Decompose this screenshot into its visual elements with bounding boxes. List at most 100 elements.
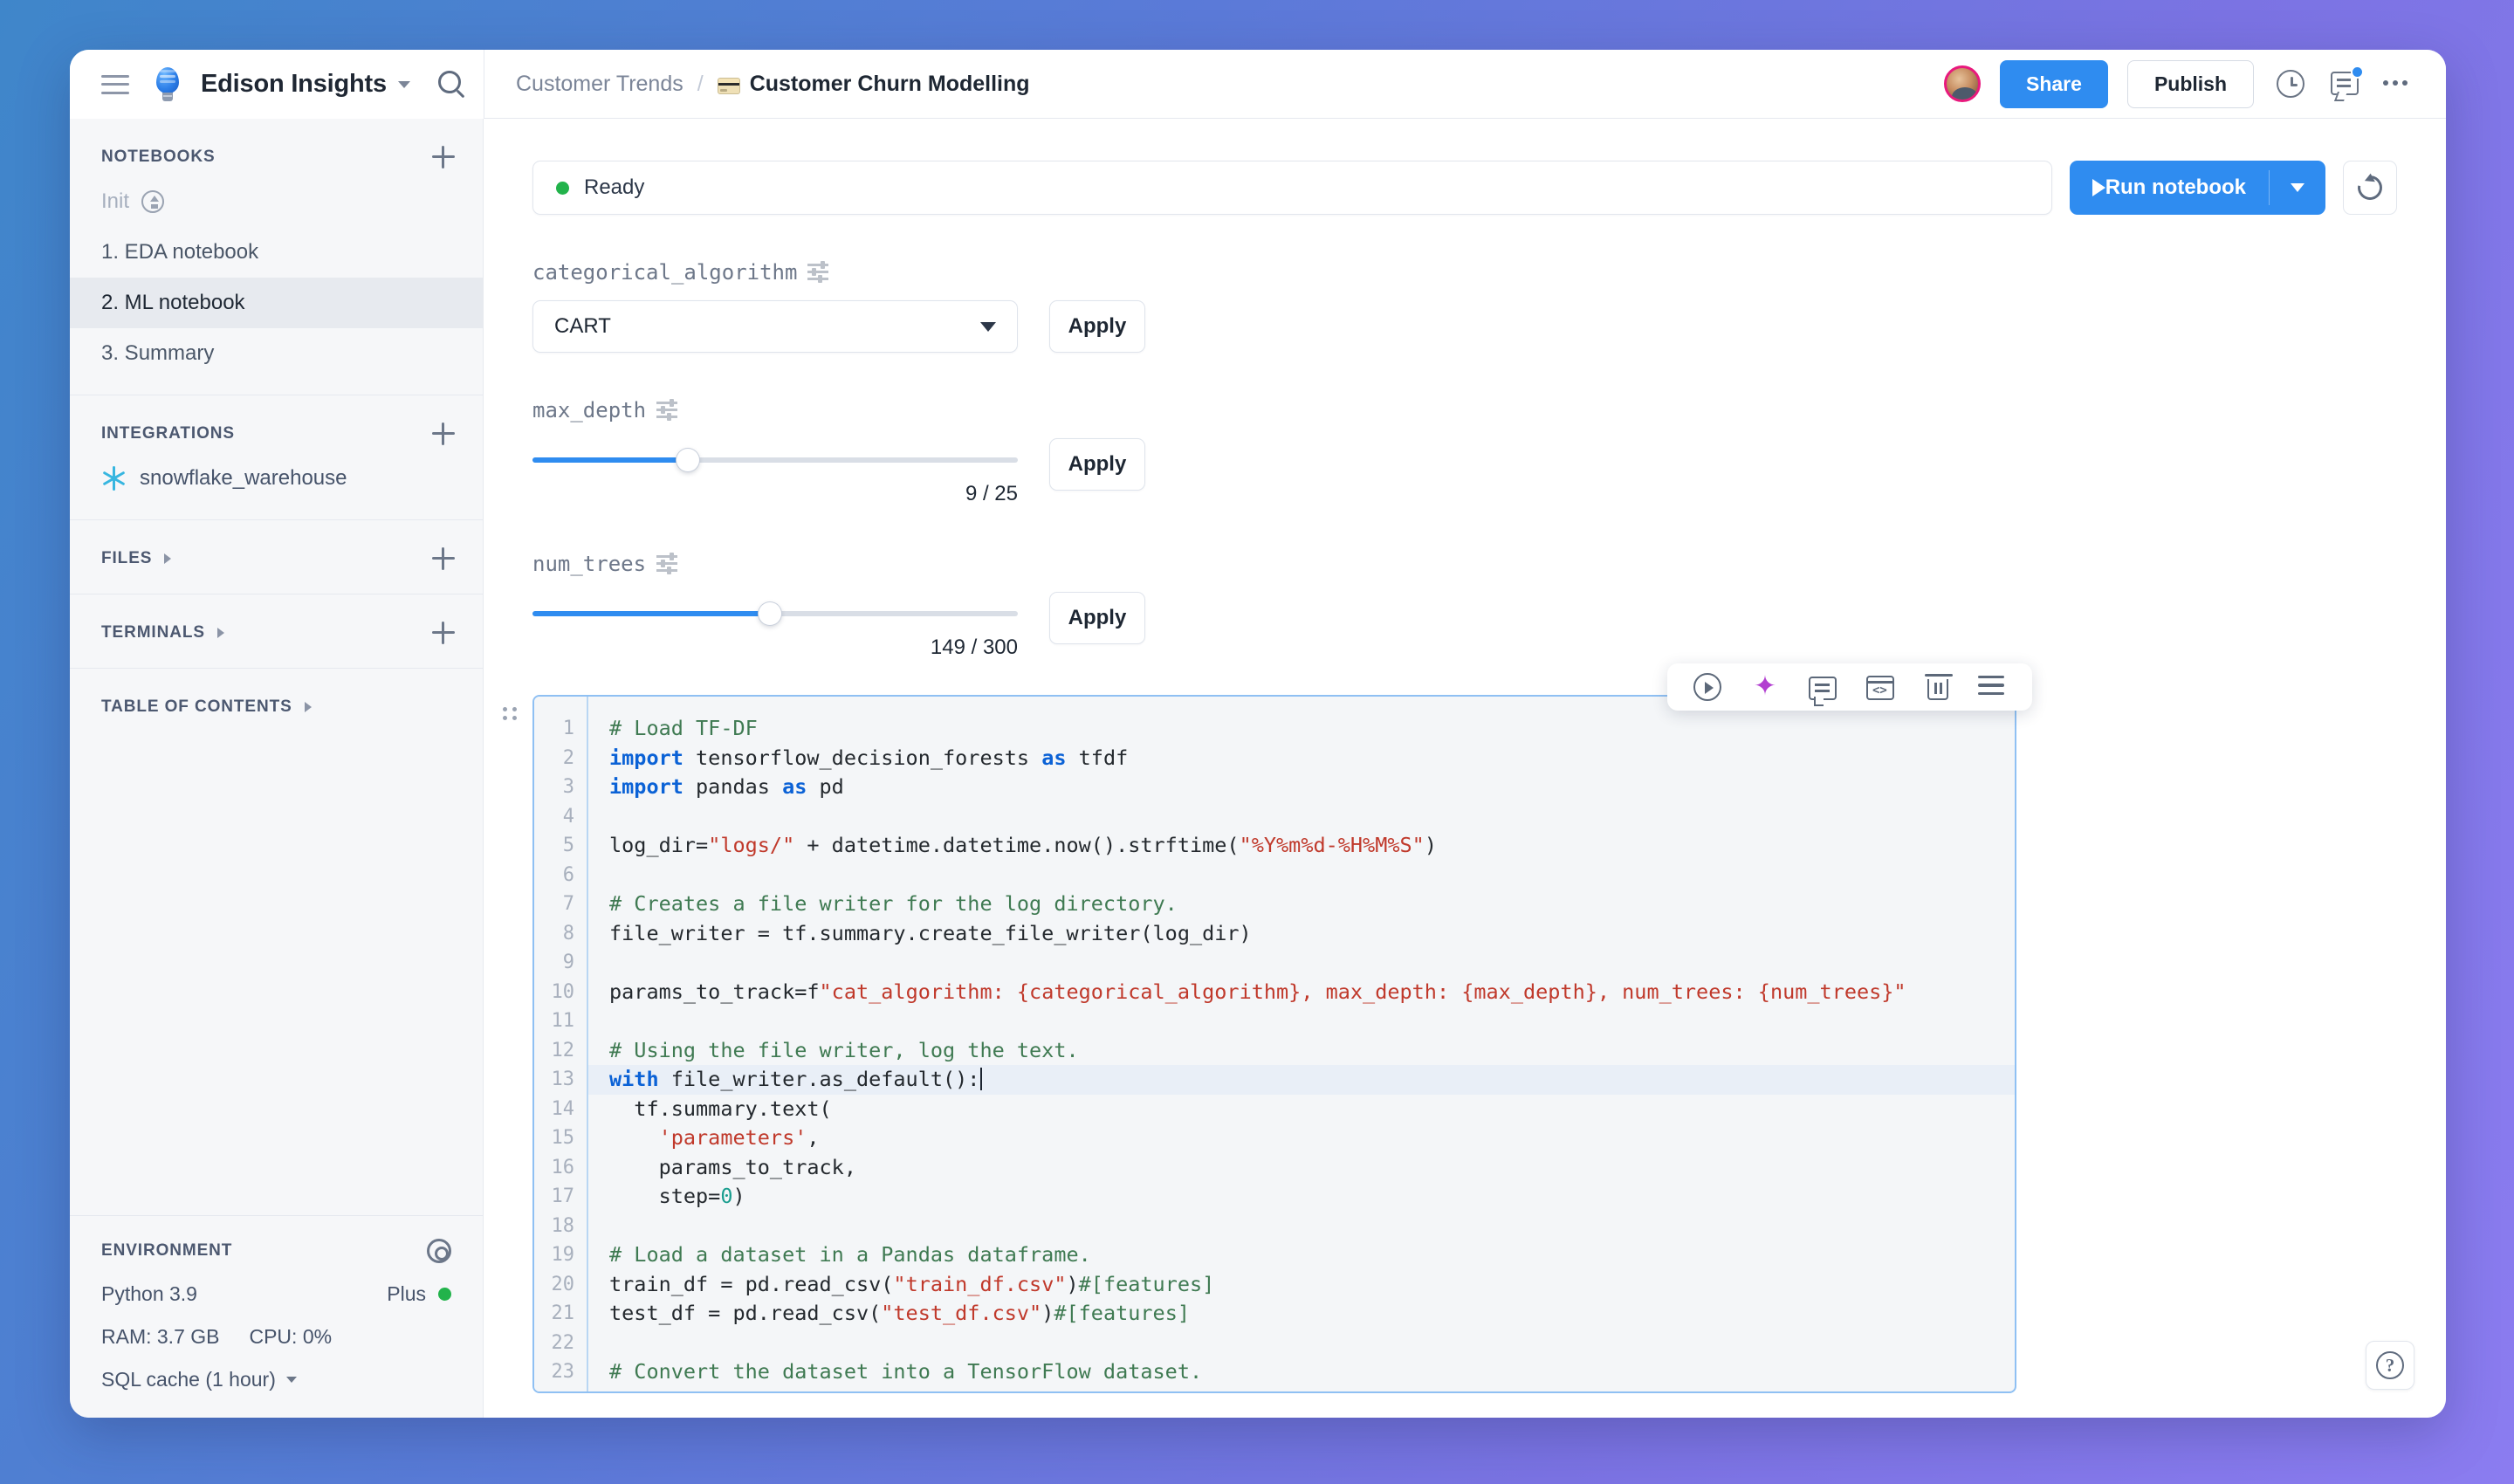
refresh-button[interactable] — [2343, 161, 2397, 215]
param-categorical-algorithm: categorical_algorithm CART Apply — [484, 260, 2446, 353]
sidebar-section-notebooks: NOTEBOOKS Init 1. EDA notebook 2. ML not… — [70, 119, 483, 395]
status-text: Ready — [584, 175, 645, 199]
slider-thumb[interactable] — [759, 602, 782, 625]
terminals-header[interactable]: TERMINALS — [70, 614, 483, 652]
brand-name: Edison Insights — [201, 70, 387, 98]
sidebar-section-toc: TABLE OF CONTENTS — [70, 669, 483, 742]
line-number: 8 — [562, 922, 574, 945]
code-line: params_to_track, — [609, 1154, 856, 1179]
line-number-gutter: 1 2 3 4 5 6 7 8 9 10 11 12 13 14 15 16 1… — [534, 697, 588, 1391]
apply-button[interactable]: Apply — [1049, 438, 1145, 491]
chevron-right-icon[interactable] — [304, 702, 312, 712]
sidebar-item-snowflake-warehouse[interactable]: snowflake_warehouse — [70, 453, 483, 504]
line-number: 5 — [562, 835, 574, 856]
clock-icon[interactable] — [2273, 66, 2308, 101]
run-notebook-button[interactable]: Run notebook — [2069, 161, 2325, 215]
sliders-icon[interactable] — [656, 399, 678, 421]
run-cell-icon[interactable] — [1693, 673, 1721, 701]
code-editor[interactable]: # Load TF-DF import tensorflow_decision_f… — [588, 697, 2015, 1391]
environment-python-row: Python 3.9 Plus — [101, 1282, 451, 1306]
search-icon[interactable] — [438, 71, 461, 98]
status-dot — [556, 181, 569, 195]
num-trees-value: 149 / 300 — [930, 636, 1018, 659]
help-button[interactable]: ? — [2366, 1341, 2414, 1390]
categorical-algorithm-select[interactable]: CART — [532, 300, 1018, 353]
line-number: 12 — [551, 1039, 575, 1061]
environment-header: ENVIRONMENT — [101, 1239, 451, 1263]
toc-header[interactable]: TABLE OF CONTENTS — [70, 688, 483, 726]
sidebar-item-eda-notebook[interactable]: 1. EDA notebook — [70, 227, 483, 278]
chevron-right-icon[interactable] — [216, 628, 224, 638]
slider-thumb[interactable] — [676, 449, 699, 471]
cell-menu-icon[interactable] — [1978, 675, 2006, 704]
apply-button[interactable]: Apply — [1049, 300, 1145, 353]
line-number: 19 — [551, 1244, 575, 1266]
play-icon — [2092, 179, 2105, 196]
comment-icon[interactable] — [1809, 677, 1837, 706]
line-number: 3 — [562, 776, 574, 798]
add-terminal-button[interactable] — [432, 622, 455, 644]
run-options-chevron-down-icon[interactable] — [2270, 183, 2325, 192]
chevron-down-icon[interactable] — [285, 1377, 297, 1383]
apply-button[interactable]: Apply — [1049, 592, 1145, 644]
add-file-button[interactable] — [432, 547, 455, 570]
chevron-down-icon[interactable] — [397, 80, 410, 88]
snowflake-icon — [101, 466, 126, 491]
line-number: 9 — [562, 952, 574, 973]
sidebar-item-ml-notebook[interactable]: 2. ML notebook — [70, 278, 483, 328]
ai-sparkles-icon[interactable]: ✦ — [1751, 672, 1779, 701]
main-content: Ready Run notebook categorical_algorithm — [484, 119, 2446, 1418]
hamburger-icon[interactable] — [101, 74, 129, 94]
breadcrumb-parent[interactable]: Customer Trends — [516, 72, 683, 97]
sql-cache-selector[interactable]: SQL cache (1 hour) — [101, 1368, 451, 1391]
sidebar-item-summary[interactable]: 3. Summary — [70, 328, 483, 379]
sidebar-item-label: Init — [101, 189, 130, 213]
gear-icon[interactable] — [427, 1239, 451, 1263]
drag-grip-icon[interactable] — [503, 707, 522, 720]
add-notebook-button[interactable] — [432, 146, 455, 168]
avatar[interactable] — [1944, 65, 1981, 102]
comment-icon[interactable] — [2327, 65, 2364, 101]
code-block-icon[interactable] — [1866, 676, 1894, 700]
param-label: categorical_algorithm — [532, 260, 798, 285]
chevron-down-icon — [980, 321, 996, 332]
max-depth-value: 9 / 25 — [965, 482, 1018, 505]
chevron-right-icon[interactable] — [164, 553, 172, 564]
credit-card-emoji-icon — [717, 77, 740, 94]
question-mark-icon: ? — [2376, 1351, 2404, 1379]
trash-icon[interactable] — [1925, 674, 1953, 700]
sliders-icon[interactable] — [656, 553, 678, 574]
toc-title: TABLE OF CONTENTS — [101, 697, 292, 716]
line-number: 16 — [551, 1156, 575, 1178]
code-line: # Creates a file writer for the log dire… — [609, 891, 1178, 916]
line-number: 13 — [551, 1068, 575, 1090]
more-horizontal-icon[interactable] — [2381, 66, 2416, 101]
notebooks-title: NOTEBOOKS — [101, 148, 216, 166]
max-depth-slider[interactable] — [532, 449, 1018, 471]
num-trees-slider[interactable] — [532, 602, 1018, 625]
code-line: test_df = pd.read_csv("test_df.csv")#[fe… — [609, 1301, 1190, 1325]
sliders-icon[interactable] — [807, 261, 829, 283]
share-button[interactable]: Share — [2000, 59, 2108, 108]
sidebar-item-label: 2. ML notebook — [101, 291, 245, 314]
line-number: 23 — [551, 1361, 575, 1383]
files-header[interactable]: FILES — [70, 539, 483, 578]
code-cell-wrapper: ✦ 1 2 3 4 — [503, 663, 2032, 1393]
breadcrumb-current: Customer Churn Modelling — [749, 71, 1030, 96]
integration-label: snowflake_warehouse — [140, 466, 347, 490]
line-number: 18 — [551, 1214, 575, 1237]
add-integration-button[interactable] — [432, 423, 455, 445]
sidebar-section-terminals: TERMINALS — [70, 594, 483, 669]
body-split: NOTEBOOKS Init 1. EDA notebook 2. ML not… — [70, 119, 2446, 1418]
sidebar-item-init[interactable]: Init — [70, 176, 483, 227]
line-number: 22 — [551, 1331, 575, 1354]
app-window: Edison Insights Customer Trends / Custom… — [70, 50, 2446, 1418]
sidebar-item-label: 3. Summary — [101, 341, 215, 365]
publish-button[interactable]: Publish — [2126, 59, 2254, 108]
sidebar: NOTEBOOKS Init 1. EDA notebook 2. ML not… — [70, 119, 484, 1418]
code-cell[interactable]: 1 2 3 4 5 6 7 8 9 10 11 12 13 14 15 16 1… — [532, 695, 2016, 1393]
